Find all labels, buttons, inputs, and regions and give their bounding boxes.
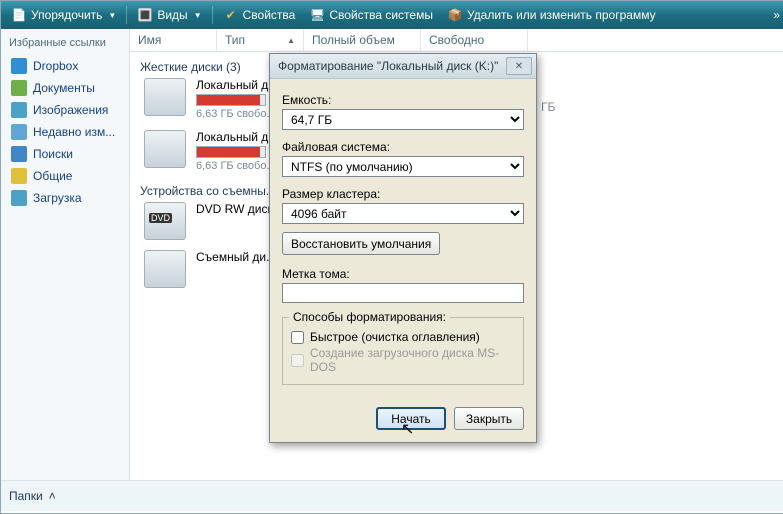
dialog-body: Емкость: 64,7 ГБ Файловая система: NTFS … [270,79,536,442]
sidebar-item-recent[interactable]: Недавно изм... [1,121,129,143]
usage-bar [196,94,266,106]
organize-label: Упорядочить [31,8,102,22]
sidebar-item-dropbox[interactable]: Dropbox [1,55,129,77]
sidebar-item-label: Поиски [33,147,73,161]
sidebar-item-documents[interactable]: Документы [1,77,129,99]
start-button[interactable]: Начать [376,407,446,430]
msdos-boot-label: Создание загрузочного диска MS-DOS [310,346,515,374]
expand-up-icon[interactable]: ˄ [49,489,56,503]
drive-name: Локальный д... [196,130,278,144]
explorer-window: 📄 Упорядочить ▼ 🔳 Виды ▼ ✔ Свойства 🖥 Св… [0,0,783,514]
sidebar: Избранные ссылки Dropbox Документы Изобр… [1,29,130,480]
properties-button[interactable]: ✔ Свойства [217,5,302,25]
dialog-titlebar[interactable]: Форматирование "Локальный диск (K:)" ✕ [270,54,536,79]
pictures-icon [11,102,27,118]
removable-icon [144,250,186,288]
sidebar-item-searches[interactable]: Поиски [1,143,129,165]
uninstall-label: Удалить или изменить программу [467,8,656,22]
format-methods-group: Способы форматирования: Быстрое (очистка… [282,317,524,385]
close-button[interactable]: ✕ [506,57,532,75]
close-icon: ✕ [515,61,523,72]
uninstall-button[interactable]: 📦 Удалить или изменить программу [441,5,662,25]
dialog-footer: Начать Закрыть [282,407,524,430]
close-dialog-button[interactable]: Закрыть [454,407,524,430]
download-icon [11,190,27,206]
sidebar-item-pictures[interactable]: Изображения [1,99,129,121]
sidebar-item-label: Изображения [33,103,108,117]
search-icon [11,146,27,162]
drive-free: 6,63 ГБ свобо... [196,108,278,120]
separator [126,6,127,24]
sidebar-item-label: Dropbox [33,59,78,73]
format-dialog: Форматирование "Локальный диск (K:)" ✕ Е… [269,53,537,443]
overflow-chevron-icon[interactable]: » [773,8,780,22]
quick-format-label: Быстрое (очистка оглавления) [310,330,480,344]
toolbar: 📄 Упорядочить ▼ 🔳 Виды ▼ ✔ Свойства 🖥 Св… [1,1,783,29]
system-properties-label: Свойства системы [329,8,433,22]
restore-defaults-button[interactable]: Восстановить умолчания [282,232,440,255]
quick-format-checkbox[interactable]: Быстрое (очистка оглавления) [291,330,515,344]
drive-free: 6,63 ГБ свобо... [196,160,278,172]
hdd-icon [144,130,186,168]
package-icon: 📦 [447,7,463,23]
views-icon: 🔳 [137,7,153,23]
column-total[interactable]: Полный объем [304,29,421,51]
sidebar-header: Избранные ссылки [1,35,129,55]
check-icon: ✔ [223,7,239,23]
filesystem-select[interactable]: NTFS (по умолчанию) [282,156,524,177]
cluster-label: Размер кластера: [282,187,524,201]
computer-icon: 🖥 [309,7,325,23]
sidebar-item-label: Документы [33,81,95,95]
checkbox-input[interactable] [291,331,304,344]
system-properties-button[interactable]: 🖥 Свойства системы [303,5,439,25]
sidebar-item-label: Загрузка [33,191,82,205]
folders-label: Папки [9,489,43,503]
separator [212,6,213,24]
usage-bar [196,146,266,158]
msdos-boot-checkbox: Создание загрузочного диска MS-DOS [291,346,515,374]
drive-name: Съемный ди... [196,250,276,264]
cluster-select[interactable]: 4096 байт [282,203,524,224]
views-label: Виды [157,8,187,22]
properties-label: Свойства [243,8,296,22]
dropbox-icon [11,58,27,74]
folders-bar[interactable]: Папки ˄ [1,480,783,511]
sort-icon: ▲ [287,36,295,45]
column-name[interactable]: Имя [130,29,217,51]
views-button[interactable]: 🔳 Виды ▼ [131,5,207,25]
dropdown-icon: ▼ [194,11,202,20]
column-type[interactable]: Тип▲ [217,29,304,51]
hdd-icon [144,78,186,116]
sidebar-item-label: Недавно изм... [33,125,115,139]
stray-text: ГБ [541,100,555,114]
capacity-label: Емкость: [282,93,524,107]
volume-label: Метка тома: [282,267,524,281]
sidebar-item-downloads[interactable]: Загрузка [1,187,129,209]
dialog-title: Форматирование "Локальный диск (K:)" [278,59,498,73]
sidebar-item-public[interactable]: Общие [1,165,129,187]
recent-icon [11,124,27,140]
volume-input[interactable] [282,283,524,303]
column-free[interactable]: Свободно [421,29,528,51]
folder-icon [11,168,27,184]
sidebar-item-label: Общие [33,169,72,183]
group-title: Способы форматирования: [289,310,450,324]
column-headers: Имя Тип▲ Полный объем Свободно [130,29,783,52]
drive-name: Локальный д... [196,78,278,92]
organize-icon: 📄 [11,7,27,23]
folder-icon [11,80,27,96]
dropdown-icon: ▼ [108,11,116,20]
capacity-select[interactable]: 64,7 ГБ [282,109,524,130]
organize-button[interactable]: 📄 Упорядочить ▼ [5,5,122,25]
filesystem-label: Файловая система: [282,140,524,154]
dvd-icon [144,202,186,240]
checkbox-input [291,354,304,367]
